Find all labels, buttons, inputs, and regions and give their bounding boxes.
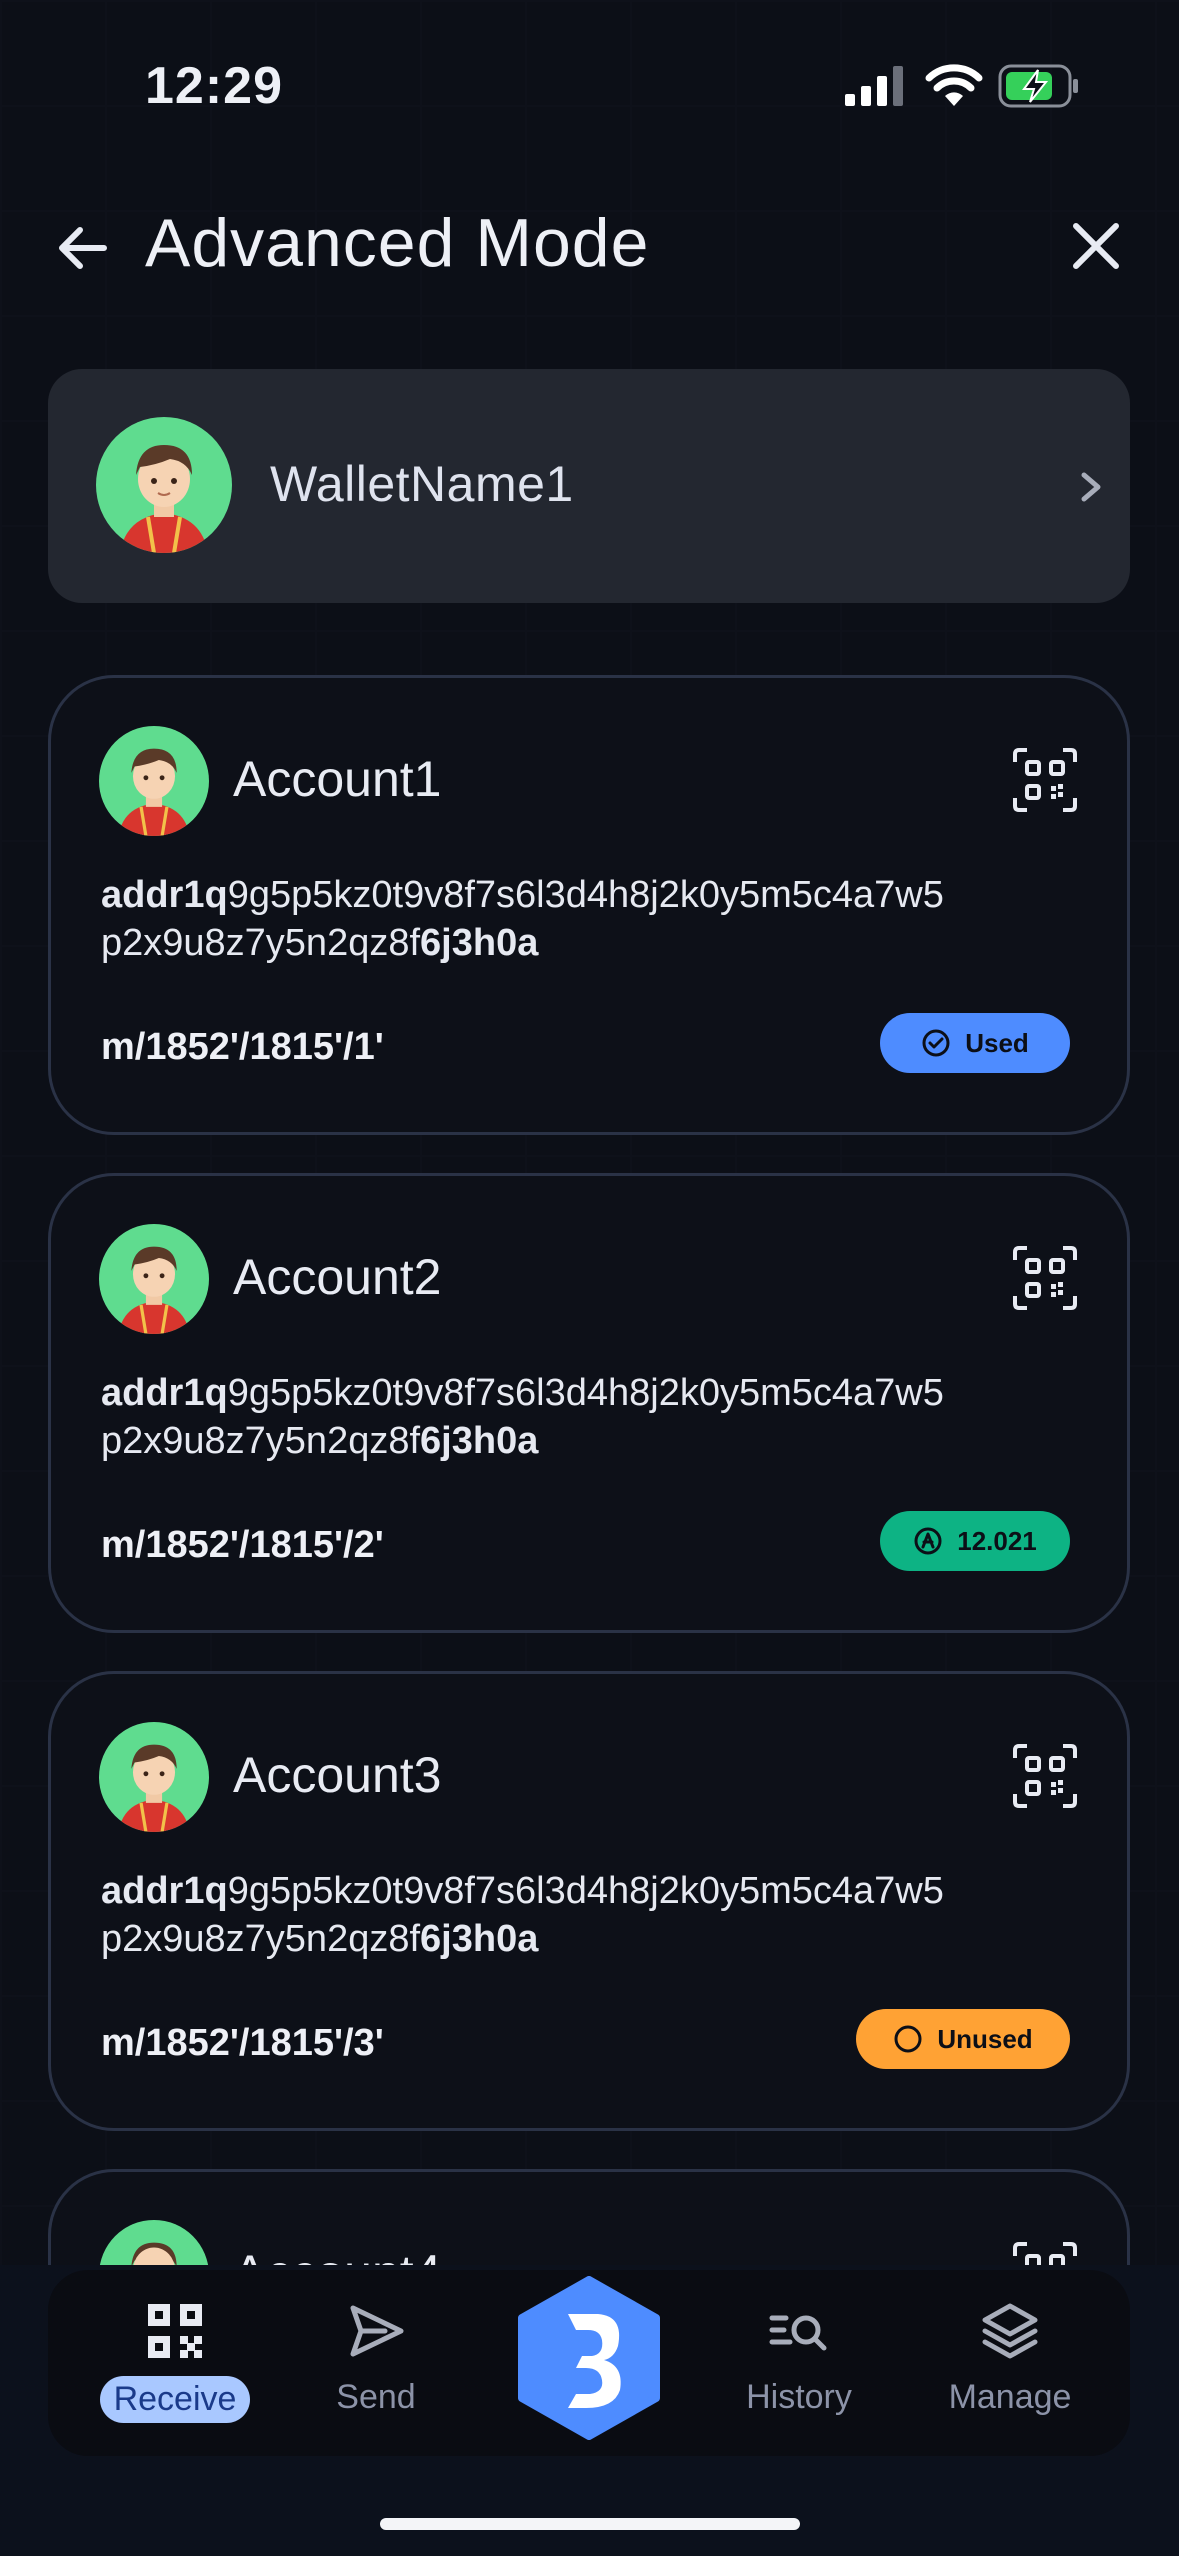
- app-logo-button[interactable]: [516, 2276, 662, 2440]
- balance-badge: 12.021: [880, 1511, 1070, 1571]
- bottom-nav: Receive Send History Manage: [48, 2270, 1130, 2456]
- wallet-name: WalletName1: [270, 456, 574, 512]
- account-name: Account3: [233, 1747, 442, 1803]
- account-address: addr1q9g5p5kz0t9v8f7s6l3d4h8j2k0y5m5c4a7…: [101, 874, 944, 964]
- nav-send-label: Send: [336, 2378, 416, 2416]
- status-badge-unused: Unused: [856, 2009, 1070, 2069]
- derivation-path: m/1852'/1815'/2': [101, 1524, 384, 1566]
- history-search-icon: [769, 2315, 827, 2351]
- account-name: Account2: [233, 1249, 442, 1305]
- nav-send[interactable]: Send: [291, 2300, 461, 2440]
- check-circle-icon: [922, 1029, 950, 1057]
- account-name: Account1: [233, 751, 442, 807]
- account-avatar: [99, 1224, 209, 1334]
- status-time: 12:29: [145, 57, 283, 115]
- nav-receive-label: Receive: [99, 2376, 251, 2423]
- send-icon: [350, 2305, 404, 2357]
- status-badge-used: Used: [880, 1013, 1070, 1073]
- wallet-avatar: [96, 417, 232, 553]
- derivation-path: m/1852'/1815'/1': [101, 1026, 384, 1068]
- account-address: addr1q9g5p5kz0t9v8f7s6l3d4h8j2k0y5m5c4a7…: [101, 1372, 944, 1462]
- status-bar: 12:29: [0, 0, 1179, 160]
- battery-icon: [998, 64, 1078, 108]
- nav-receive[interactable]: Receive: [90, 2300, 260, 2440]
- wifi-icon: [925, 64, 983, 106]
- home-indicator: [380, 2518, 800, 2530]
- page-title: Advanced Mode: [145, 205, 650, 281]
- nav-manage[interactable]: Manage: [925, 2300, 1095, 2440]
- account-card[interactable]: Account2 addr1q9g5p5kz0t9v8f7s6l3d4h8j2k…: [48, 1173, 1130, 1633]
- empty-circle-icon: [894, 2025, 922, 2053]
- qr-code-icon[interactable]: [1013, 1744, 1077, 1808]
- back-arrow-icon[interactable]: [52, 218, 112, 278]
- account-card[interactable]: Account1 addr1q9g5p5kz0t9v8f7s6l3d4h8j2k…: [48, 675, 1130, 1135]
- derivation-path: m/1852'/1815'/3': [101, 2022, 384, 2064]
- chevron-right-icon: [1081, 472, 1101, 502]
- wallet-selector[interactable]: WalletName1: [48, 369, 1130, 603]
- header: Advanced Mode: [0, 190, 1179, 300]
- nav-history-label: History: [746, 2378, 852, 2416]
- qr-code-icon: [148, 2304, 202, 2358]
- qr-code-icon[interactable]: [1013, 1246, 1077, 1310]
- account-avatar: [99, 1722, 209, 1832]
- account-address: addr1q9g5p5kz0t9v8f7s6l3d4h8j2k0y5m5c4a7…: [101, 1870, 944, 1960]
- ada-coin-icon: [914, 1527, 942, 1555]
- close-icon[interactable]: [1068, 218, 1124, 274]
- nav-history[interactable]: History: [714, 2300, 884, 2440]
- account-card[interactable]: Account3 addr1q9g5p5kz0t9v8f7s6l3d4h8j2k…: [48, 1671, 1130, 2131]
- layers-icon: [982, 2303, 1038, 2359]
- account-avatar: [99, 726, 209, 836]
- signal-icon: [845, 66, 903, 106]
- nav-manage-label: Manage: [948, 2378, 1072, 2416]
- qr-code-icon[interactable]: [1013, 748, 1077, 812]
